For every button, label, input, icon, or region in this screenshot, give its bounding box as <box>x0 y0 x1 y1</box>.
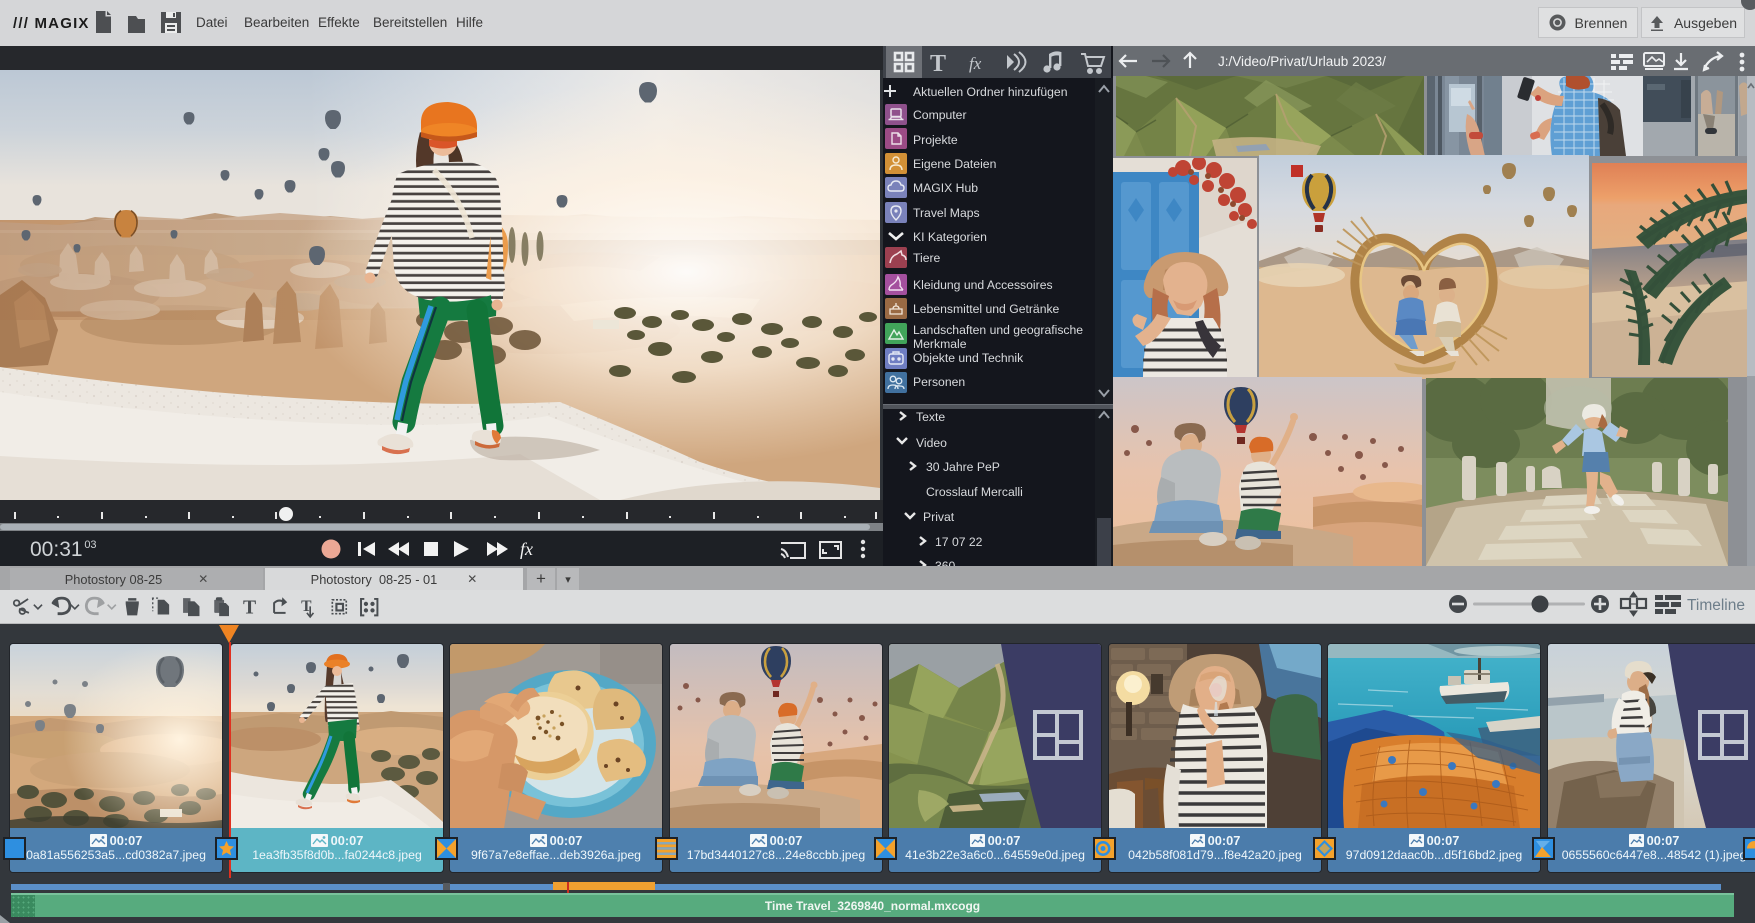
svg-text:Lebensmittel und Getränke: Lebensmittel und Getränke <box>913 302 1060 316</box>
svg-text:Merkmale: Merkmale <box>913 337 967 351</box>
svg-text:fx: fx <box>520 539 533 559</box>
svg-text:Objekte und Technik: Objekte und Technik <box>913 351 1024 365</box>
svg-text:Kleidung und Accessoires: Kleidung und Accessoires <box>913 278 1053 292</box>
svg-text:Texte: Texte <box>916 410 945 424</box>
svg-text:30 Jahre PeP: 30 Jahre PeP <box>926 460 1000 474</box>
svg-text:Privat: Privat <box>923 510 955 524</box>
svg-text:fx: fx <box>969 54 982 73</box>
svg-text:17 07 22: 17 07 22 <box>935 535 983 549</box>
svg-text:Timeline: Timeline <box>1687 597 1745 614</box>
svg-text:Travel Maps: Travel Maps <box>913 206 980 220</box>
svg-text:T: T <box>243 597 256 619</box>
svg-text:Eigene Dateien: Eigene Dateien <box>913 157 996 171</box>
svg-text:Video: Video <box>916 436 947 450</box>
svg-text:Tiere: Tiere <box>913 251 941 265</box>
svg-text:Aktuellen Ordner hinzufügen: Aktuellen Ordner hinzufügen <box>913 85 1067 99</box>
svg-text:360: 360 <box>935 559 956 566</box>
svg-text:J:/Video/Privat/Urlaub 2023/: J:/Video/Privat/Urlaub 2023/ <box>1218 54 1386 69</box>
svg-text:MAGIX Hub: MAGIX Hub <box>913 181 978 195</box>
svg-text:KI Kategorien: KI Kategorien <box>913 230 987 244</box>
svg-text:Personen: Personen <box>913 375 965 389</box>
svg-text:Crosslauf Mercalli: Crosslauf Mercalli <box>926 485 1023 499</box>
svg-text:Projekte: Projekte <box>913 133 958 147</box>
svg-text:Landschaften und geografische: Landschaften und geografische <box>913 323 1083 337</box>
svg-text:Computer: Computer <box>913 108 967 122</box>
svg-text:T: T <box>930 51 946 77</box>
